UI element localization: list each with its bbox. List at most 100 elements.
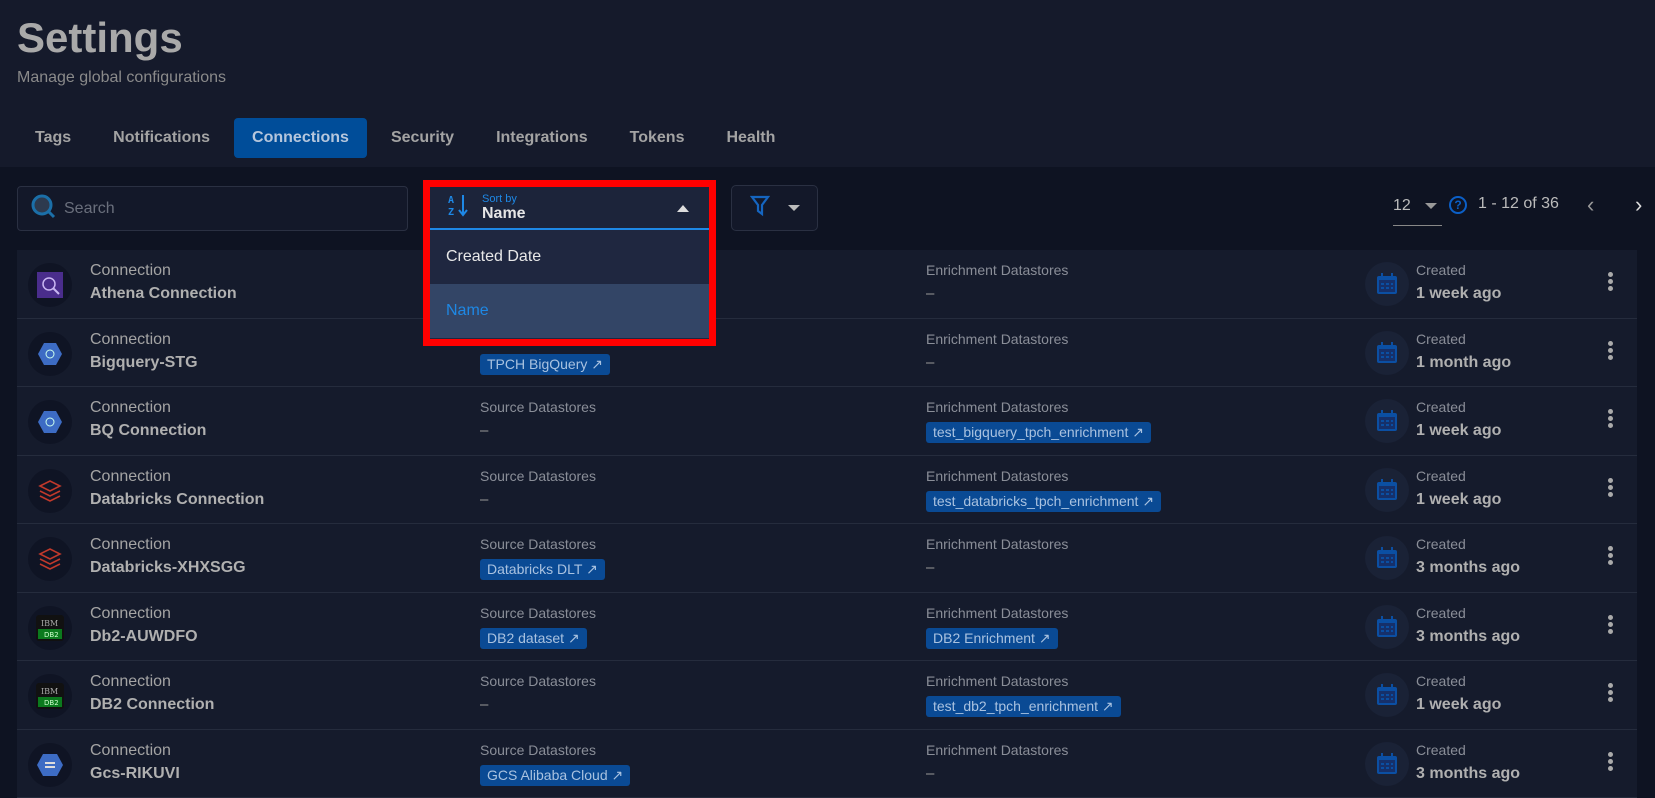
connection-name[interactable]: Databricks-XHXSGG [90,559,246,577]
table-row[interactable]: ConnectionGcs-RIKUVI Source DatastoresGC… [17,730,1637,798]
settings-tabs: TagsNotificationsConnectionsSecurityInte… [17,118,793,158]
gcs-icon [28,743,72,787]
source-datastore-link[interactable]: TPCH BigQuery ↗ [480,354,610,375]
connection-name[interactable]: DB2 Connection [90,696,214,714]
connection-type: Connection [90,673,214,693]
enrichment-datastore-link[interactable]: test_databricks_tpch_enrichment ↗ [926,491,1161,512]
created-value: 3 months ago [1416,559,1520,577]
created-label: Created [1416,331,1511,351]
tab-tags[interactable]: Tags [17,118,89,158]
source-datastore-link[interactable]: Databricks DLT ↗ [480,559,605,580]
tab-tokens[interactable]: Tokens [612,118,703,158]
calendar-icon [1365,468,1409,512]
sort-option-name[interactable]: Name [430,284,709,338]
calendar-icon [1365,673,1409,717]
enrichment-datastore-link[interactable]: DB2 Enrichment ↗ [926,628,1058,649]
more-options-icon[interactable] [1608,409,1616,430]
external-link-icon: ↗ [1142,493,1154,509]
table-row[interactable]: ConnectionDatabricks-XHXSGG Source Datas… [17,524,1637,593]
table-row[interactable]: IBMDB2 Connection Db2-AUWDFO Source Datas… [17,593,1637,662]
more-options-icon[interactable] [1608,546,1616,567]
created-value: 1 week ago [1416,491,1501,509]
enrichment-datastores-label: Enrichment Datastores [926,331,1068,351]
source-datastore-name: DB2 dataset [487,630,564,646]
external-link-icon: ↗ [1039,630,1051,646]
connection-name[interactable]: Databricks Connection [90,491,264,509]
tab-connections[interactable]: Connections [234,118,367,158]
sort-value: Name [482,205,526,223]
source-datastore-link[interactable]: GCS Alibaba Cloud ↗ [480,765,630,786]
help-icon[interactable]: ? [1449,196,1467,214]
more-options-icon[interactable] [1608,615,1616,636]
chevron-down-icon [1425,203,1437,209]
calendar-icon [1365,399,1409,443]
created-label: Created [1416,262,1501,282]
filter-button[interactable] [731,185,818,231]
more-options-icon[interactable] [1608,272,1616,293]
tab-health[interactable]: Health [708,118,793,158]
connection-name[interactable]: BQ Connection [90,422,206,440]
table-row[interactable]: IBMDB2 ConnectionDB2 Connection Source D… [17,661,1637,730]
table-row[interactable]: Connection Databricks Connection Source D… [17,456,1637,525]
filter-icon [750,195,770,222]
more-options-icon[interactable] [1608,752,1616,773]
created-label: Created [1416,536,1520,556]
source-datastores-label: Source Datastores [480,468,596,488]
bigquery-icon [28,400,72,444]
enrichment-datastore-link[interactable]: test_db2_tpch_enrichment ↗ [926,696,1121,717]
search-box[interactable] [17,186,408,231]
search-icon [30,193,56,224]
enrichment-datastores-label: Enrichment Datastores [926,262,1068,282]
enrichment-datastore-value: – [926,559,1068,576]
enrichment-datastores-label: Enrichment Datastores [926,673,1121,693]
search-input[interactable] [64,200,271,218]
external-link-icon: ↗ [586,561,598,577]
enrichment-datastore-value: – [926,765,1068,782]
created-value: 1 month ago [1416,354,1511,372]
connection-type: Connection [90,262,237,282]
source-datastores-label: Source Datastores [480,536,605,556]
created-label: Created [1416,673,1501,693]
source-datastores-label: Source Datastores [480,673,596,693]
external-link-icon: ↗ [612,767,624,783]
page-header: Settings Manage global configurations Ta… [0,0,1655,167]
enrichment-datastores-label: Enrichment Datastores [926,605,1068,625]
table-row[interactable]: ConnectionBQ Connection Source Datastore… [17,387,1637,456]
connection-name[interactable]: Gcs-RIKUVI [90,765,180,783]
enrichment-datastore-link[interactable]: test_bigquery_tpch_enrichment ↗ [926,422,1151,443]
sort-option-created-date[interactable]: Created Date [430,230,709,284]
tab-notifications[interactable]: Notifications [95,118,228,158]
source-datastores-label: Source Datastores [480,605,596,625]
per-page-select[interactable]: 12 [1393,186,1442,226]
external-link-icon: ↗ [1102,698,1114,714]
tab-security[interactable]: Security [373,118,472,158]
created-label: Created [1416,468,1501,488]
sort-select[interactable]: AZ Sort byName [430,187,709,230]
enrichment-datastore-value: – [926,354,1068,371]
created-value: 1 week ago [1416,285,1501,303]
svg-text:DB2: DB2 [44,699,59,707]
calendar-icon [1365,605,1409,649]
more-options-icon[interactable] [1608,341,1616,362]
external-link-icon: ↗ [1132,424,1144,440]
prev-page-button[interactable]: ‹ [1587,192,1594,218]
tab-integrations[interactable]: Integrations [478,118,606,158]
connection-name[interactable]: Bigquery-STG [90,354,198,372]
db2-icon: IBMDB2 [28,606,72,650]
enrichment-datastore-name: test_bigquery_tpch_enrichment [933,424,1128,440]
table-row[interactable]: Connection Bigquery-STG TPCH BigQuery ↗ E… [17,319,1637,388]
next-page-button[interactable]: › [1635,192,1642,218]
more-options-icon[interactable] [1608,478,1616,499]
enrichment-datastore-name: test_db2_tpch_enrichment [933,698,1098,714]
table-row[interactable]: Connection Athena Connection Enrichment D… [17,250,1637,319]
connection-type: Connection [90,468,264,488]
connection-type: Connection [90,742,180,762]
connection-name[interactable]: Db2-AUWDFO [90,628,198,646]
source-datastore-link[interactable]: DB2 dataset ↗ [480,628,587,649]
created-label: Created [1416,605,1520,625]
connection-name[interactable]: Athena Connection [90,285,237,303]
connection-type: Connection [90,331,198,351]
more-options-icon[interactable] [1608,683,1616,704]
sort-dropdown[interactable]: AZ Sort byName Created Date Name [430,187,709,339]
connection-type: Connection [90,605,198,625]
